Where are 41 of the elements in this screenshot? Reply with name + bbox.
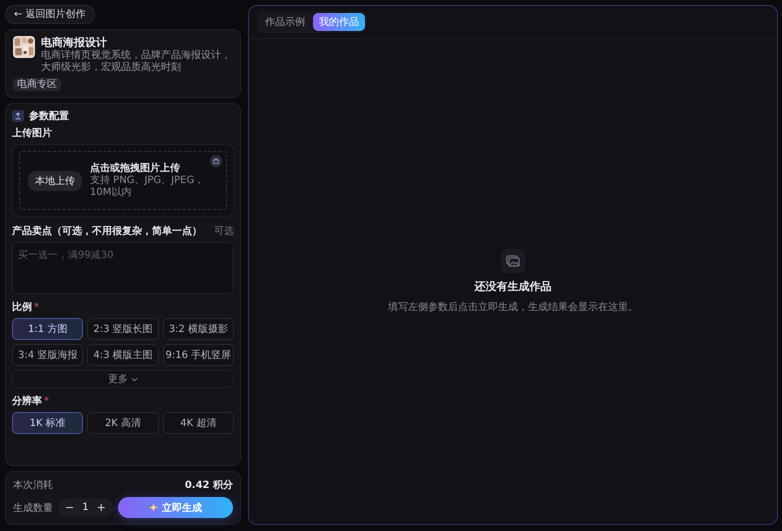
increment-button[interactable]: + bbox=[92, 499, 110, 516]
required-mark: * bbox=[44, 395, 49, 408]
required-mark: * bbox=[34, 301, 39, 314]
count-value: 1 bbox=[81, 502, 90, 513]
field-label: 分辨率 bbox=[12, 395, 42, 408]
tab[interactable]: 作品示例 bbox=[259, 13, 311, 31]
count-label: 生成数量 bbox=[13, 502, 53, 514]
template-title: 电商海报设计 bbox=[41, 36, 108, 50]
image-icon bbox=[501, 249, 525, 273]
chevron-down-icon bbox=[131, 376, 138, 382]
field-label: 上传图片 bbox=[12, 127, 53, 140]
bag-icon[interactable] bbox=[210, 155, 222, 167]
optional-note: 可选 bbox=[214, 224, 234, 238]
upload-hint: 点击或拖拽图片上传 bbox=[90, 162, 181, 174]
field-label: 产品卖点（可选，不用很复杂，简单一点） bbox=[12, 224, 202, 238]
local-upload-button[interactable]: 本地上传 bbox=[28, 170, 82, 190]
back-button[interactable]: ← 返回图片创作 bbox=[5, 5, 95, 24]
upload-area[interactable]: 本地上传 点击或拖拽图片上传 支持 PNG、JPG、JPEG，10M以内 bbox=[12, 144, 234, 217]
upload-icon bbox=[12, 110, 24, 122]
empty-message: 填写左侧参数后点击立即生成，生成结果会显示在这里。 bbox=[388, 300, 638, 314]
template-description: 电商详情页视觉系统，品牌产品海报设计，大师级光影，宏观品质高光时刻 bbox=[41, 50, 232, 74]
more-button[interactable]: 更多 bbox=[12, 370, 234, 388]
ratio-option[interactable]: 3:2 横版摄影 bbox=[162, 318, 234, 340]
resolution-option[interactable]: 2K 高清 bbox=[87, 412, 159, 434]
cost-label: 本次消耗 bbox=[13, 478, 53, 492]
ratio-option[interactable]: 4:3 横版主图 bbox=[87, 344, 159, 366]
selling-points-field[interactable]: 买一送一，满99减30 bbox=[12, 242, 234, 294]
ratio-option[interactable]: 2:3 竖版长图 bbox=[87, 318, 159, 340]
decrement-button[interactable]: − bbox=[61, 499, 78, 516]
ratio-option[interactable]: 1:1 方图 bbox=[12, 318, 84, 340]
resolution-option[interactable]: 1K 标准 bbox=[12, 412, 84, 434]
category-tag: 电商专区 bbox=[13, 78, 61, 91]
section-title: 参数配置 bbox=[29, 110, 69, 123]
resolution-option[interactable]: 4K 超清 bbox=[162, 412, 234, 434]
ratio-option[interactable]: 3:4 竖版海报 bbox=[12, 344, 84, 366]
sparkle-icon bbox=[148, 503, 158, 512]
field-label: 比例 bbox=[12, 301, 32, 314]
cost-value: 0.42 积分 bbox=[184, 478, 233, 492]
empty-title: 还没有生成作品 bbox=[474, 279, 552, 294]
ratio-option[interactable]: 9:16 手机竖屏 bbox=[162, 344, 234, 366]
upload-formats: 支持 PNG、JPG、JPEG，10M以内 bbox=[90, 175, 206, 199]
